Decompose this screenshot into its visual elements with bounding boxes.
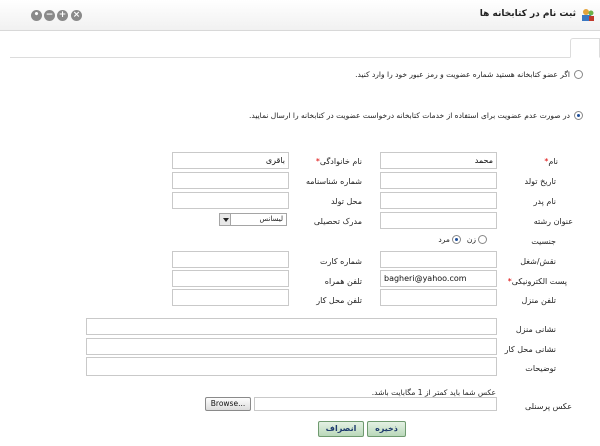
existing-member-option[interactable]: اگر عضو کتابخانه هستید شماره عضویت و رمز… bbox=[355, 70, 583, 79]
home-phone-label: تلفن منزل bbox=[521, 296, 556, 305]
window-titlebar: ثبت نام در کتابخانه ها × + − • bbox=[0, 0, 600, 31]
gender-options: زن مرد bbox=[432, 235, 487, 244]
email-label: پست الکترونیکی* bbox=[507, 277, 567, 286]
birth-place-label: محل تولد bbox=[330, 197, 362, 206]
existing-member-radio[interactable] bbox=[574, 70, 583, 79]
add-icon[interactable]: + bbox=[57, 10, 68, 21]
photo-file-path[interactable] bbox=[254, 397, 497, 411]
card-number-label: شماره کارت bbox=[319, 257, 362, 266]
mobile-input[interactable] bbox=[172, 270, 289, 287]
first-name-input[interactable]: محمد bbox=[380, 152, 497, 169]
education-selected-value: لیسانس bbox=[259, 215, 284, 223]
field-of-study-input[interactable] bbox=[380, 212, 497, 229]
home-phone-input[interactable] bbox=[380, 289, 497, 306]
id-number-label: شماره شناسنامه bbox=[305, 177, 362, 186]
window-title: ثبت نام در کتابخانه ها bbox=[479, 9, 576, 19]
card-number-input[interactable] bbox=[172, 251, 289, 268]
email-input[interactable]: bagheri@yahoo.com bbox=[380, 270, 497, 287]
minimize-icon[interactable]: − bbox=[44, 10, 55, 21]
gender-male-label: مرد bbox=[438, 235, 450, 244]
role-input[interactable] bbox=[380, 251, 497, 268]
last-name-label: نام خانوادگی* bbox=[315, 157, 362, 166]
home-address-input[interactable] bbox=[86, 318, 497, 335]
new-member-option[interactable]: در صورت عدم عضویت برای استفاده از خدمات … bbox=[249, 111, 583, 120]
field-of-study-label: عنوان رشته bbox=[533, 217, 573, 226]
work-address-input[interactable] bbox=[86, 338, 497, 355]
birth-date-input[interactable] bbox=[380, 172, 497, 189]
home-address-label: نشانی منزل bbox=[515, 325, 556, 334]
last-name-input[interactable]: باقری bbox=[172, 152, 289, 169]
save-button[interactable]: ذخیره bbox=[367, 421, 406, 437]
father-name-input[interactable] bbox=[380, 192, 497, 209]
tab-strip bbox=[10, 38, 600, 58]
father-name-label: نام پدر bbox=[533, 197, 556, 206]
gender-female-radio[interactable] bbox=[478, 235, 487, 244]
education-select[interactable]: لیسانس bbox=[219, 213, 287, 226]
notes-input[interactable] bbox=[86, 357, 497, 376]
cancel-button[interactable]: انصراف bbox=[318, 421, 364, 437]
new-member-text: در صورت عدم عضویت برای استفاده از خدمات … bbox=[249, 111, 570, 120]
birth-date-label: تاریخ تولد bbox=[524, 177, 556, 186]
browse-button[interactable]: Browse... bbox=[205, 397, 251, 411]
id-number-input[interactable] bbox=[172, 172, 289, 189]
role-label: نقش/شغل bbox=[520, 257, 556, 266]
tab-registration[interactable] bbox=[570, 38, 600, 58]
photo-label: عکس پرسنلی bbox=[524, 402, 572, 411]
work-phone-input[interactable] bbox=[172, 289, 289, 306]
gender-male-radio[interactable] bbox=[451, 235, 461, 244]
work-address-label: نشانی محل کار bbox=[504, 345, 556, 354]
options-icon[interactable]: • bbox=[31, 10, 42, 21]
gender-label: جنسیت bbox=[531, 237, 556, 246]
chevron-down-icon[interactable] bbox=[220, 214, 231, 225]
library-users-icon bbox=[582, 9, 594, 21]
new-member-radio[interactable] bbox=[574, 111, 583, 120]
mobile-label: تلفن همراه bbox=[324, 277, 362, 286]
gender-female-label: زن bbox=[466, 235, 476, 244]
photo-size-hint: عکس شما باید کمتر از 1 مگابایت باشد. bbox=[371, 388, 496, 397]
education-label: مدرک تحصیلی bbox=[313, 217, 362, 226]
notes-label: توضیحات bbox=[525, 364, 556, 373]
birth-place-input[interactable] bbox=[172, 192, 289, 209]
close-icon[interactable]: × bbox=[71, 10, 82, 21]
work-phone-label: تلفن محل کار bbox=[316, 296, 362, 305]
existing-member-text: اگر عضو کتابخانه هستید شماره عضویت و رمز… bbox=[355, 70, 570, 79]
first-name-label: نام* bbox=[544, 157, 558, 166]
